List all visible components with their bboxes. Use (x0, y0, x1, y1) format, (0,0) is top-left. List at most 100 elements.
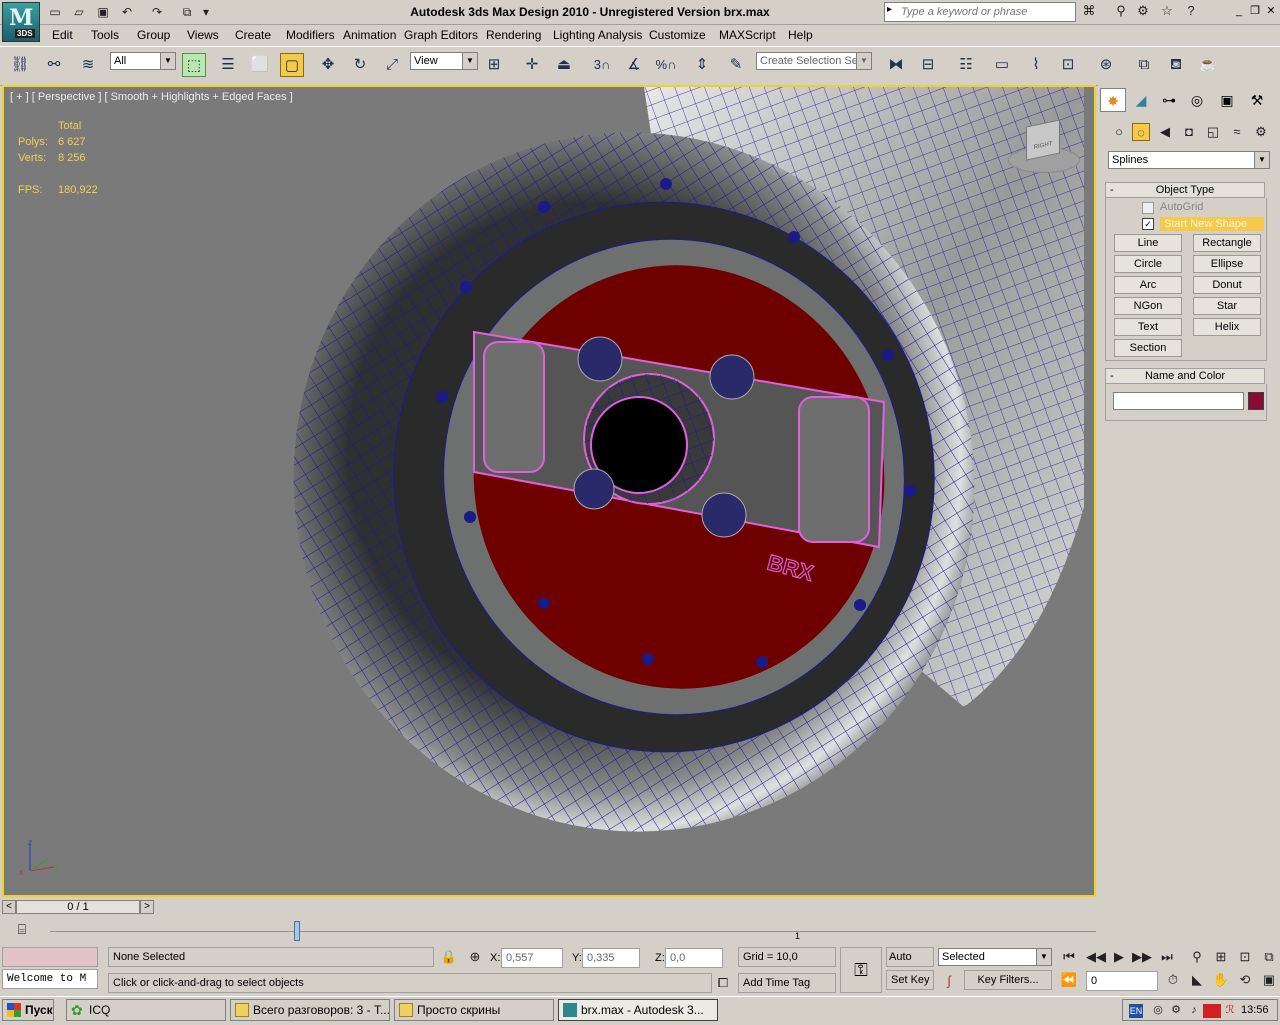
viewcube-face-right[interactable]: RIGHT (1026, 119, 1060, 161)
tab-create[interactable]: ✸ (1100, 88, 1126, 112)
absolute-mode-transform-icon[interactable]: ⊕ (466, 948, 484, 966)
viewcube[interactable]: RIGHT (1008, 117, 1080, 177)
select-and-scale-icon[interactable]: ⤢ (380, 53, 404, 77)
lights-icon[interactable]: ◀ (1156, 123, 1174, 141)
restore-icon[interactable]: ❐ (1248, 4, 1262, 18)
default-in-out-tangents-icon[interactable]: ∫ (940, 972, 958, 990)
tab-motion[interactable]: ◎ (1184, 88, 1210, 112)
edit-named-selections-icon[interactable]: ✎ (724, 53, 748, 77)
search-field[interactable]: ▸ (884, 2, 1076, 22)
task-icq[interactable]: ✿ ICQ (66, 999, 226, 1021)
zoom-extents-icon[interactable]: ⊡ (1236, 948, 1254, 966)
schematic-view-icon[interactable]: ⊡ (1056, 53, 1080, 77)
track-frame-marker[interactable] (294, 921, 300, 941)
time-configuration-icon[interactable]: ⏱ (1164, 971, 1182, 989)
percent-snap-icon[interactable]: %∩ (654, 53, 678, 77)
new-file-icon[interactable]: ▭ (46, 4, 64, 20)
tab-hierarchy[interactable]: ⊶ (1156, 88, 1182, 112)
quick-render-icon[interactable]: ☕ (1196, 53, 1220, 77)
menu-lighting-analysis[interactable]: Lighting Analysis (553, 28, 642, 42)
selection-lock-icon[interactable]: 🔒 (440, 948, 458, 966)
subscription-center-icon[interactable]: ⚲ (1112, 2, 1130, 20)
project-folder-icon[interactable]: ⧉ (178, 4, 196, 20)
undo-icon[interactable]: ↶ (118, 4, 136, 20)
systems-icon[interactable]: ⚙ (1252, 123, 1270, 141)
set-key-button[interactable]: Set Key (886, 970, 934, 990)
key-filters-button[interactable]: Key Filters... (964, 970, 1052, 990)
helix-button[interactable]: Helix (1193, 318, 1261, 336)
material-editor-icon[interactable]: ⊛ (1094, 53, 1118, 77)
maximize-viewport-icon[interactable]: ▣ (1260, 971, 1278, 989)
reference-coordinate-dropdown[interactable]: View ▼ (410, 52, 478, 70)
spinner-snap-icon[interactable]: ⇕ (690, 53, 714, 77)
menu-rendering[interactable]: Rendering (486, 28, 541, 42)
select-and-rotate-icon[interactable]: ↻ (348, 53, 372, 77)
select-object-icon[interactable]: ⬚ (182, 53, 206, 77)
manipulate-icon[interactable]: ✛ (520, 53, 544, 77)
auto-key-button[interactable]: Auto Key (886, 947, 934, 981)
x-coordinate-input[interactable]: 0,557 (501, 948, 563, 968)
star-button[interactable]: Star (1193, 297, 1261, 315)
tray-settings-icon[interactable]: ⚙ (1167, 1001, 1185, 1019)
unlink-icon[interactable]: ⚯ (42, 53, 66, 77)
orbit-icon[interactable]: ⟲ (1236, 971, 1254, 989)
mini-curve-editor-icon[interactable]: ⌸ (10, 921, 34, 941)
key-mode-dropdown[interactable]: Selected ▼ (938, 948, 1052, 966)
go-to-start-icon[interactable]: ⏮ (1060, 948, 1078, 966)
select-and-link-icon[interactable]: ⛓ (8, 53, 32, 77)
shapes-icon[interactable]: ◌ (1132, 123, 1150, 141)
mirror-icon[interactable]: ⧓ (884, 53, 908, 77)
zoom-extents-all-icon[interactable]: ⧉ (1260, 948, 1278, 966)
zoom-icon[interactable]: ⚲ (1188, 948, 1206, 966)
snaps-toggle-icon[interactable]: 3∩ (590, 53, 614, 77)
tray-network-icon[interactable]: ◎ (1149, 1001, 1167, 1019)
ellipse-button[interactable]: Ellipse (1193, 255, 1261, 273)
application-button[interactable]: M 3DS (2, 2, 40, 42)
go-to-end-icon[interactable]: ⏭ (1158, 948, 1176, 966)
named-selection-dropdown[interactable]: Create Selection Se ▼ (756, 52, 872, 70)
pan-view-icon[interactable]: ✋ (1212, 971, 1230, 989)
graphite-ribbon-icon[interactable]: ▭ (990, 53, 1014, 77)
field-of-view-icon[interactable]: ◣ (1188, 971, 1206, 989)
maxscript-mini-listener[interactable]: Welcome to M (2, 969, 98, 989)
menu-edit[interactable]: Edit (52, 28, 73, 42)
autogrid-checkbox[interactable] (1142, 202, 1154, 214)
curve-editor-icon[interactable]: ⌇ (1024, 53, 1048, 77)
circle-button[interactable]: Circle (1114, 255, 1182, 273)
y-coordinate-input[interactable]: 0,335 (582, 948, 640, 968)
geometry-icon[interactable]: ○ (1110, 123, 1128, 141)
help-icon[interactable]: ? (1182, 2, 1200, 20)
close-icon[interactable]: ✕ (1264, 4, 1278, 18)
selection-filter-dropdown[interactable]: All ▼ (110, 52, 176, 70)
zoom-all-icon[interactable]: ⊞ (1212, 948, 1230, 966)
menu-animation[interactable]: Animation (343, 28, 396, 42)
space-warps-icon[interactable]: ≈ (1228, 123, 1246, 141)
helpers-icon[interactable]: ◱ (1204, 123, 1222, 141)
name-and-color-rollout-header[interactable]: - Name and Color (1105, 368, 1265, 384)
menu-tools[interactable]: Tools (91, 28, 119, 42)
align-icon[interactable]: ⊟ (916, 53, 940, 77)
open-file-icon[interactable]: ▱ (70, 4, 88, 20)
tray-volume-icon[interactable]: ♪ (1185, 1001, 1203, 1019)
menu-maxscript[interactable]: MAXScript (719, 28, 776, 42)
time-slider-thumb[interactable]: 0 / 1 (16, 900, 140, 914)
menu-views[interactable]: Views (187, 28, 219, 42)
maxscript-mini-listener-top[interactable] (2, 947, 98, 967)
select-and-move-icon[interactable]: ✥ (316, 53, 340, 77)
render-setup-icon[interactable]: ⧉ (1132, 53, 1156, 77)
minimize-icon[interactable]: _ (1232, 4, 1246, 18)
object-type-rollout-header[interactable]: - Object Type (1105, 182, 1265, 198)
donut-button[interactable]: Donut (1193, 276, 1261, 294)
set-key-icon[interactable]: ⚿ (840, 947, 882, 993)
bind-space-warp-icon[interactable]: ≋ (76, 53, 100, 77)
select-by-name-icon[interactable]: ☰ (216, 53, 240, 77)
save-icon[interactable]: ▣ (94, 4, 112, 20)
communication-center-icon[interactable]: ⚙ (1134, 2, 1152, 20)
rendered-frame-window-icon[interactable]: ⛾ (1164, 53, 1188, 77)
play-icon[interactable]: ▶ (1110, 948, 1128, 966)
layer-manager-icon[interactable]: ☷ (954, 53, 978, 77)
key-mode-toggle-icon[interactable]: ⏪ (1060, 971, 1078, 989)
keyboard-shortcut-override-icon[interactable]: ⏏ (552, 53, 576, 77)
menu-modifiers[interactable]: Modifiers (286, 28, 335, 42)
section-button[interactable]: Section (1114, 339, 1182, 357)
